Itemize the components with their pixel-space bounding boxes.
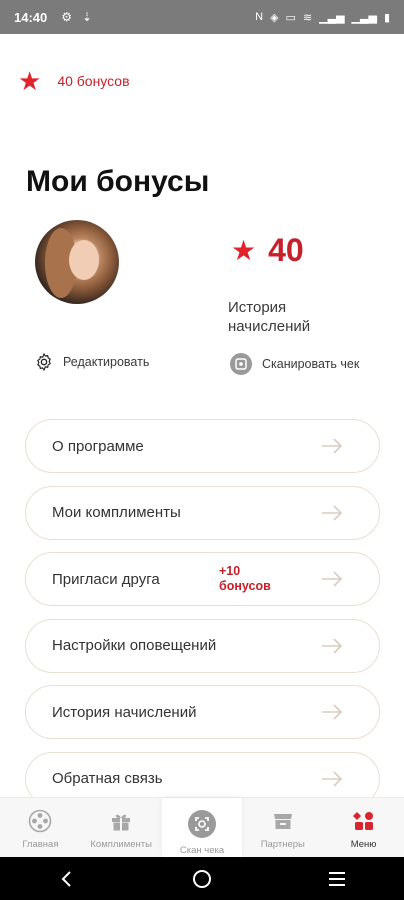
tab-scan-receipt[interactable]: Скан чека xyxy=(161,798,243,857)
signal-icon: ▁▃▅ xyxy=(319,11,345,24)
star-icon: ★ xyxy=(231,234,257,266)
promo-badge: +10 бонусов xyxy=(219,564,271,593)
status-bar: 14:40 ⚙ ⇣ N ◈ ▭ ≋ ▁▃▅ ▁▃▅ ▮ xyxy=(0,0,404,34)
download-status-icon: ⇣ xyxy=(82,10,93,24)
settings-status-icon: ⚙ xyxy=(61,10,73,24)
menu-item-about[interactable]: О программе xyxy=(25,419,380,473)
history-link[interactable]: История начислений xyxy=(228,298,348,336)
menu-item-label: Настройки оповещений xyxy=(52,637,217,654)
tab-label: Скан чека xyxy=(179,845,225,856)
edit-profile-button[interactable]: Редактировать xyxy=(34,352,149,372)
bonus-value: 40 xyxy=(268,232,304,268)
menu-item-label: О программе xyxy=(52,437,144,455)
system-nav-bar xyxy=(0,857,404,900)
menu-item-notifications[interactable]: Настройки оповещений xyxy=(25,618,380,673)
menu-item-compliments[interactable]: Мои комплименты xyxy=(25,485,380,540)
menu-item-history[interactable]: История начислений xyxy=(25,685,380,739)
menu-list: О программе Мои комплименты Пригласи дру… xyxy=(25,419,380,818)
avatar-face xyxy=(69,240,99,280)
status-time: 14:40 xyxy=(14,9,48,25)
scan-circle-icon xyxy=(230,353,252,375)
back-icon[interactable] xyxy=(57,869,77,889)
tab-label: Комплименты xyxy=(90,839,152,850)
battery-icon: ▮ xyxy=(383,11,390,24)
tab-menu[interactable]: Меню xyxy=(323,798,404,857)
menu-item-label: Обратная связь xyxy=(52,770,163,787)
tab-home[interactable]: Главная xyxy=(0,798,81,857)
arrow-right-icon xyxy=(322,571,343,587)
tab-label: Меню xyxy=(350,839,377,850)
status-right-icons: N ◈ ▭ ≋ ▁▃▅ ▁▃▅ ▮ xyxy=(255,11,390,24)
tab-label: Партнеры xyxy=(260,839,305,850)
store-icon xyxy=(273,814,292,829)
bonus-balance: ★ 40 xyxy=(231,232,304,269)
edit-label: Редактировать xyxy=(63,355,150,369)
tab-compliments[interactable]: Комплименты xyxy=(81,798,162,857)
menu-item-label: История начислений xyxy=(52,703,197,721)
menu-item-label: Мои комплименты xyxy=(52,504,181,521)
scan-icon xyxy=(187,810,216,838)
avatar[interactable] xyxy=(35,220,119,304)
gift-icon xyxy=(112,814,131,831)
page-title: Мои бонусы xyxy=(26,165,210,198)
star-icon: ★ xyxy=(18,66,42,96)
tab-partners[interactable]: Партнеры xyxy=(242,798,323,857)
scan-label: Сканировать чек xyxy=(262,357,360,371)
home-icon xyxy=(29,809,52,833)
arrow-right-icon xyxy=(322,504,343,521)
signal2-icon: ▁▃▅ xyxy=(351,11,377,24)
nfc-icon: N xyxy=(255,11,264,23)
menu-item-label: Пригласи друга xyxy=(52,570,160,588)
tab-bar: Главная Комплименты Скан чека Партнеры М… xyxy=(0,797,404,857)
top-bonus-counter[interactable]: ★ 40 бонусов xyxy=(18,68,130,94)
volte-icon: ▭ xyxy=(285,11,296,24)
gear-icon xyxy=(37,352,51,372)
home-circle-icon[interactable] xyxy=(192,869,212,889)
recents-icon[interactable] xyxy=(327,869,347,889)
vibrate-icon: ◈ xyxy=(270,11,279,24)
arrow-right-icon xyxy=(322,637,343,654)
menu-item-invite-friend[interactable]: Пригласи друга +10 бонусов xyxy=(25,552,380,606)
status-left-icons: ⚙ ⇣ xyxy=(61,10,92,24)
arrow-right-icon xyxy=(322,704,343,720)
arrow-right-icon xyxy=(322,770,343,787)
wifi-icon: ≋ xyxy=(302,11,313,24)
menu-icon xyxy=(352,812,373,830)
scan-receipt-button[interactable]: Сканировать чек xyxy=(229,352,359,376)
arrow-right-icon xyxy=(322,438,343,454)
top-bonus-text: 40 бонусов xyxy=(57,73,130,89)
tab-label: Главная xyxy=(22,839,59,850)
